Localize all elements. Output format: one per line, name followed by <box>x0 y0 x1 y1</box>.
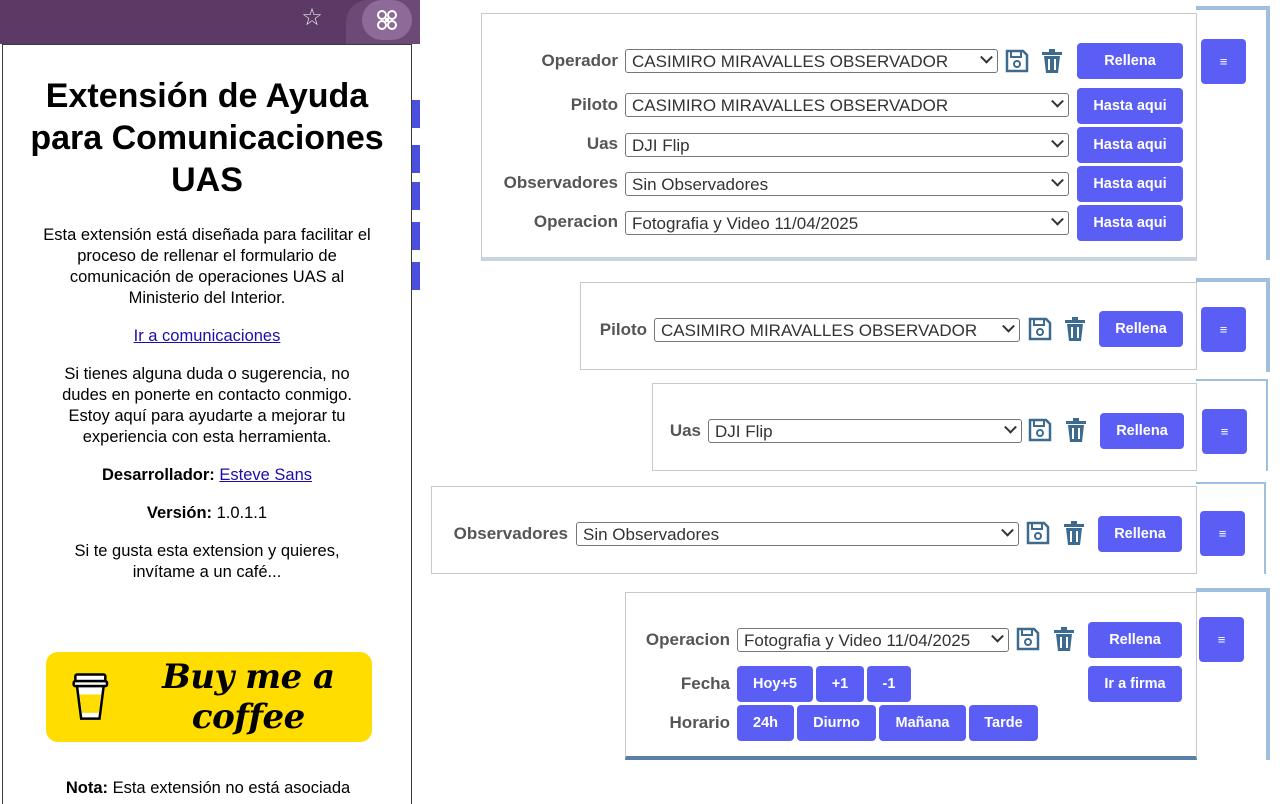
save-icon[interactable] <box>1004 48 1030 74</box>
operacion-hasta-aqui-button[interactable]: Hasta aqui <box>1077 205 1183 241</box>
piloto-label: Piloto <box>570 95 618 114</box>
operacion-label: Operacion <box>533 212 618 231</box>
uas-panel: Uas DJI Flip Rellena <box>652 383 1197 471</box>
trash-icon[interactable] <box>1039 48 1065 74</box>
bmc-label: Buy me a coffee <box>162 657 335 737</box>
save-icon[interactable] <box>1027 417 1053 443</box>
version-value: 1.0.1.1 <box>216 504 268 522</box>
panel-accent <box>1196 482 1266 484</box>
uas-rellena-button[interactable]: Rellena <box>1100 413 1184 449</box>
note-label: Nota: <box>65 779 108 797</box>
uas-panel-label: Uas <box>669 421 701 440</box>
horario-manana-button[interactable]: Mañana <box>879 705 966 741</box>
operacion-panel-select[interactable]: Fotografia y Video 11/04/2025 <box>737 628 1009 652</box>
main-form-panel: Operador CASIMIRO MIRAVALLES OBSERVADOR … <box>481 13 1197 261</box>
observadores-select[interactable]: Sin Observadores <box>625 172 1069 196</box>
operador-rellena-button[interactable]: Rellena <box>1077 43 1183 79</box>
developer-label: Desarrollador: <box>101 466 215 484</box>
version-label: Versión: <box>146 504 213 522</box>
horario-label: Horario <box>669 713 730 732</box>
observadores-label: Observadores <box>503 173 618 192</box>
panel-accent <box>1196 588 1268 592</box>
uas-panel-select[interactable]: DJI Flip <box>708 419 1022 443</box>
panel-accent <box>1196 379 1268 381</box>
coffee-text: Si te gusta esta extension y quieres, in… <box>74 542 340 581</box>
observadores-panel: Observadores Sin Observadores Rellena <box>431 486 1197 574</box>
operador-label: Operador <box>541 51 618 70</box>
horario-24h-button[interactable]: 24h <box>737 705 794 741</box>
popup-description: Esta extensión está diseñada para facili… <box>43 226 371 307</box>
horario-diurno-button[interactable]: Diurno <box>797 705 876 741</box>
uas-select[interactable]: DJI Flip <box>625 133 1069 157</box>
piloto-hasta-aqui-button[interactable]: Hasta aqui <box>1077 88 1183 124</box>
bookmark-star-icon[interactable]: ☆ <box>298 4 326 32</box>
panel-accent <box>1266 379 1268 471</box>
observadores-hasta-aqui-button[interactable]: Hasta aqui <box>1077 166 1183 202</box>
observadores-panel-label: Observadores <box>453 524 568 543</box>
trash-icon[interactable] <box>1062 316 1088 342</box>
fecha-plus1-button[interactable]: +1 <box>816 666 864 702</box>
main-menu-button[interactable]: ≡ <box>1201 39 1246 84</box>
note-text: Esta extensión no está asociada <box>112 779 351 797</box>
fecha-label: Fecha <box>680 674 730 693</box>
panel-accent <box>1264 482 1266 574</box>
piloto-menu-button[interactable]: ≡ <box>1201 307 1246 352</box>
trash-icon[interactable] <box>1061 520 1087 546</box>
save-icon[interactable] <box>1025 520 1051 546</box>
piloto-panel-label: Piloto <box>599 320 647 339</box>
operacion-panel-label: Operacion <box>645 630 730 649</box>
developer-link[interactable]: Esteve Sans <box>219 466 312 484</box>
extension-popup: Extensión de Ayuda para Comunicaciones U… <box>2 44 412 804</box>
operacion-rellena-button[interactable]: Rellena <box>1088 622 1182 658</box>
coffee-cup-icon <box>72 673 109 720</box>
uas-hasta-aqui-button[interactable]: Hasta aqui <box>1077 127 1183 163</box>
panel-accent <box>1266 588 1270 760</box>
note-line: Nota: Esta extensión no está asociada <box>3 779 413 798</box>
piloto-panel-select[interactable]: CASIMIRO MIRAVALLES OBSERVADOR <box>654 318 1020 342</box>
developer-line: Desarrollador: Esteve Sans <box>43 465 371 486</box>
observadores-rellena-button[interactable]: Rellena <box>1098 516 1182 552</box>
operacion-menu-button[interactable]: ≡ <box>1199 617 1244 662</box>
piloto-select[interactable]: CASIMIRO MIRAVALLES OBSERVADOR <box>625 93 1069 117</box>
panel-accent <box>1266 6 1270 260</box>
trash-icon[interactable] <box>1063 417 1089 443</box>
save-icon[interactable] <box>1015 626 1041 652</box>
piloto-panel: Piloto CASIMIRO MIRAVALLES OBSERVADOR Re… <box>580 282 1197 370</box>
popup-title: Extensión de Ayuda para Comunicaciones U… <box>30 77 384 199</box>
uas-menu-button[interactable]: ≡ <box>1202 409 1247 454</box>
fecha-hoy-plus5-button[interactable]: Hoy+5 <box>737 666 813 702</box>
buy-me-a-coffee-button[interactable]: Buy me a coffee <box>46 652 372 742</box>
panel-accent <box>1266 278 1270 372</box>
version-line: Versión: 1.0.1.1 <box>43 503 371 524</box>
extension-icon[interactable] <box>362 0 412 40</box>
uas-label: Uas <box>586 134 618 153</box>
observadores-menu-button[interactable]: ≡ <box>1200 511 1245 556</box>
popup-doubts-text: Si tienes alguna duda o sugerencia, no d… <box>62 365 352 446</box>
panel-accent <box>1196 6 1268 10</box>
operacion-panel: Operacion Fotografia y Video 11/04/2025 … <box>625 592 1197 760</box>
panel-accent <box>1196 278 1268 282</box>
ir-a-firma-button[interactable]: Ir a firma <box>1088 666 1182 702</box>
observadores-panel-select[interactable]: Sin Observadores <box>576 522 1019 546</box>
save-icon[interactable] <box>1027 316 1053 342</box>
piloto-rellena-button[interactable]: Rellena <box>1099 311 1183 347</box>
trash-icon[interactable] <box>1051 626 1077 652</box>
comunicaciones-link[interactable]: Ir a comunicaciones <box>134 327 281 345</box>
operador-select[interactable]: CASIMIRO MIRAVALLES OBSERVADOR <box>625 49 998 73</box>
fecha-minus1-button[interactable]: -1 <box>867 666 911 702</box>
horario-tarde-button[interactable]: Tarde <box>969 705 1038 741</box>
operacion-select[interactable]: Fotografia y Video 11/04/2025 <box>625 211 1069 235</box>
